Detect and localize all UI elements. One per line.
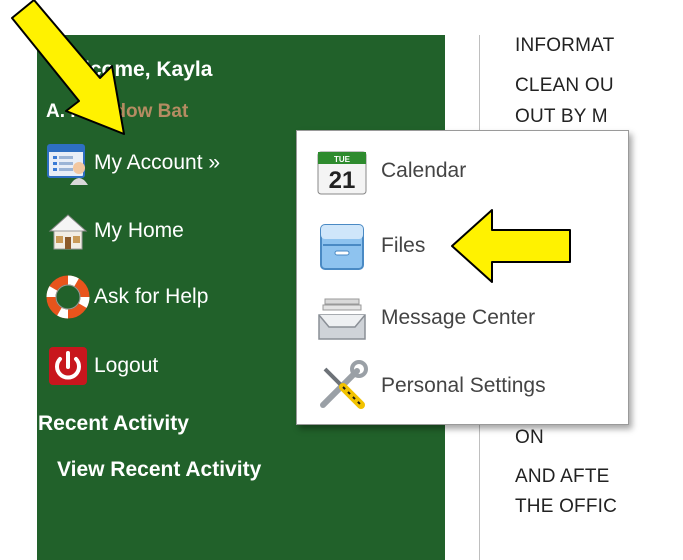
submenu-label: Personal Settings [381, 374, 546, 397]
nav-logout[interactable]: Logout [46, 345, 158, 387]
content-line: OUT BY M [515, 106, 608, 127]
content-line: INFORMAT [515, 35, 615, 56]
files-icon [315, 219, 369, 273]
submenu-label: Files [381, 234, 426, 257]
content-line: AND AFTE [515, 466, 610, 487]
nav-label: My Home [94, 219, 184, 242]
annotation-arrow-down [11, 0, 125, 135]
home-icon [46, 209, 90, 253]
submenu-label: Calendar [381, 159, 467, 182]
annotation-arrow-left [451, 209, 571, 283]
inbox-icon [315, 291, 369, 345]
submenu-label: Message Center [381, 306, 536, 329]
content-line: CLEAN OU [515, 75, 614, 96]
power-icon [46, 344, 90, 388]
nav-label: Logout [94, 354, 159, 377]
submenu-item-files[interactable]: Files [315, 216, 425, 276]
calendar-icon-day: TUE [334, 155, 351, 164]
submenu-item-message-center[interactable]: Message Center [315, 288, 535, 348]
nav-my-home[interactable]: My Home [46, 210, 184, 252]
calendar-icon: TUE 21 [315, 144, 369, 198]
nav-ask-for-help[interactable]: Ask for Help [46, 275, 209, 319]
recent-activity-title: Recent Activity [38, 412, 189, 435]
submenu-item-personal-settings[interactable]: Personal Settings [315, 356, 546, 416]
calendar-icon-date: 21 [329, 167, 356, 194]
content-line: THE OFFIC [515, 496, 618, 517]
tools-icon [315, 359, 369, 413]
lifebuoy-icon [46, 275, 90, 319]
submenu-item-calendar[interactable]: TUE 21 Calendar [315, 141, 466, 201]
nav-label: Ask for Help [94, 285, 209, 308]
content-line: ON [515, 427, 544, 448]
view-recent-activity-link[interactable]: View Recent Activity [57, 458, 261, 482]
